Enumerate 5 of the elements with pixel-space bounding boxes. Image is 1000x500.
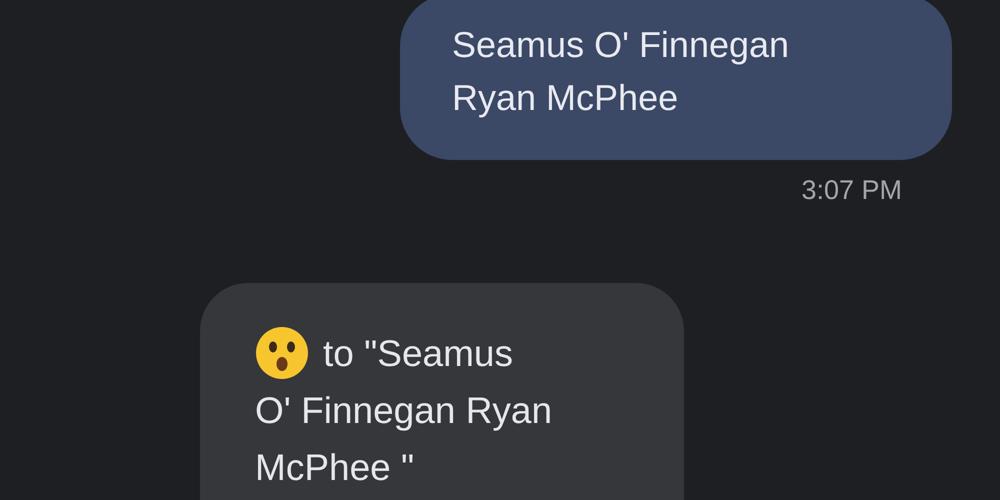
message-text: to "Seamus: [323, 332, 514, 376]
message-text: Seamus O' Finnegan Ryan McPhee: [452, 23, 790, 120]
message-text: O' Finnegan Ryan McPhee ": [255, 388, 554, 490]
timestamp: 3:07 PM: [801, 174, 902, 207]
hushed-face-emoji-icon: [255, 326, 309, 380]
